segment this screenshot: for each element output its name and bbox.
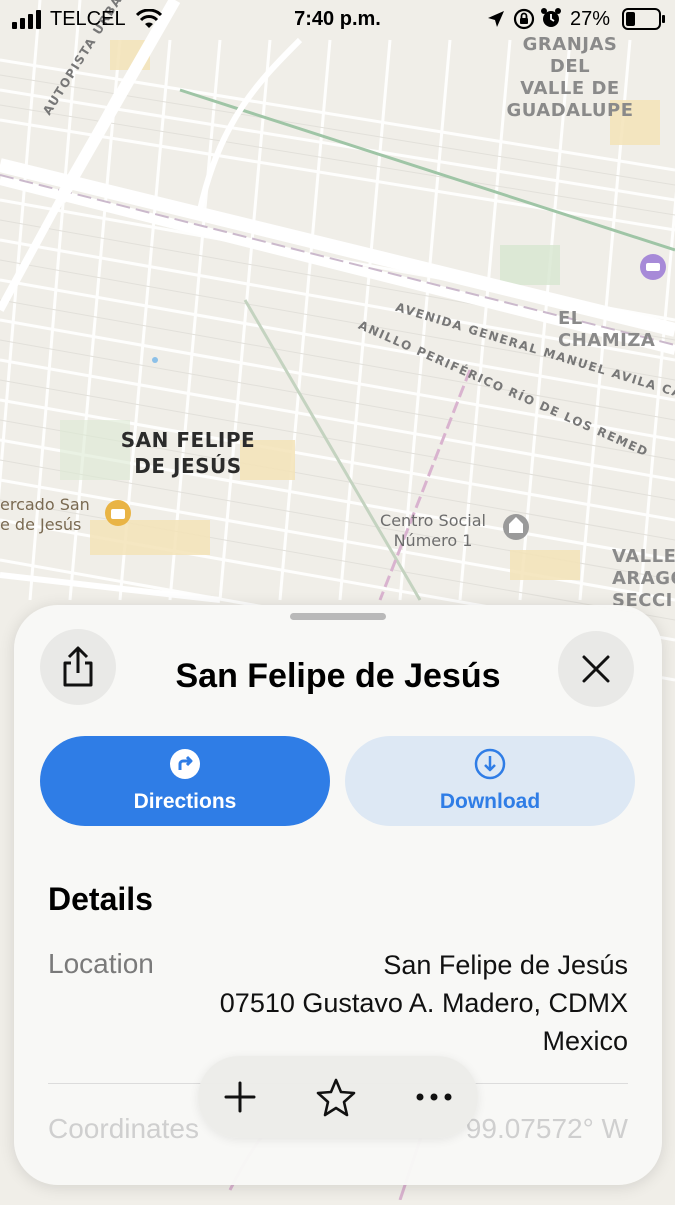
details-heading: Details (48, 881, 153, 917)
more-button[interactable] (410, 1073, 458, 1121)
location-arrow-icon (488, 11, 504, 27)
plus-icon (224, 1081, 256, 1113)
floating-toolbar (198, 1056, 478, 1138)
orientation-lock-icon (513, 8, 535, 30)
sheet-grabber[interactable] (290, 613, 386, 620)
add-button[interactable] (216, 1073, 264, 1121)
download-icon (474, 748, 506, 780)
coordinates-label: Coordinates (48, 1113, 199, 1144)
status-bar: TELCEL 7:40 p.m. 27% (0, 0, 675, 38)
star-icon (316, 1078, 356, 1117)
map-label-valle-aragon: VALLE ARAGÓN SECCI (612, 546, 675, 611)
map-label-san-felipe: SAN FELIPE DE JESÚS (120, 428, 256, 478)
location-label: Location (48, 948, 154, 979)
address-line-2: 07510 Gustavo A. Madero, CDMX (219, 988, 628, 1018)
directions-icon (170, 749, 200, 779)
map-label-centro-social[interactable]: Centro Social Número 1 (368, 511, 498, 551)
ellipsis-icon (416, 1093, 452, 1101)
close-button[interactable] (558, 631, 634, 707)
alarm-icon (541, 8, 561, 27)
battery-percentage: 27% (570, 8, 611, 30)
address-line-1: San Felipe de Jesús (383, 950, 628, 980)
share-icon (63, 646, 93, 687)
download-label: Download (439, 790, 541, 813)
favorite-button[interactable] (312, 1073, 360, 1121)
address-line-3: Mexico (542, 1026, 628, 1056)
map-label-granjas: GRANJAS DEL VALLE DE GUADALUPE (506, 34, 634, 121)
map-label-mercado[interactable]: ercado San e de Jesús (0, 495, 90, 535)
coordinates-value[interactable]: 99.07572° W (466, 1113, 628, 1145)
directions-button[interactable]: Directions (40, 736, 330, 826)
battery-icon (622, 8, 665, 30)
directions-label: Directions (133, 790, 237, 813)
download-button[interactable]: Download (345, 736, 635, 826)
place-title: San Felipe de Jesús (175, 657, 501, 695)
share-button[interactable] (40, 629, 116, 705)
close-icon (582, 655, 610, 683)
map-label-el-chamizal: EL CHAMIZA (558, 308, 656, 351)
location-address[interactable]: San Felipe de Jesús 07510 Gustavo A. Mad… (220, 946, 628, 1060)
